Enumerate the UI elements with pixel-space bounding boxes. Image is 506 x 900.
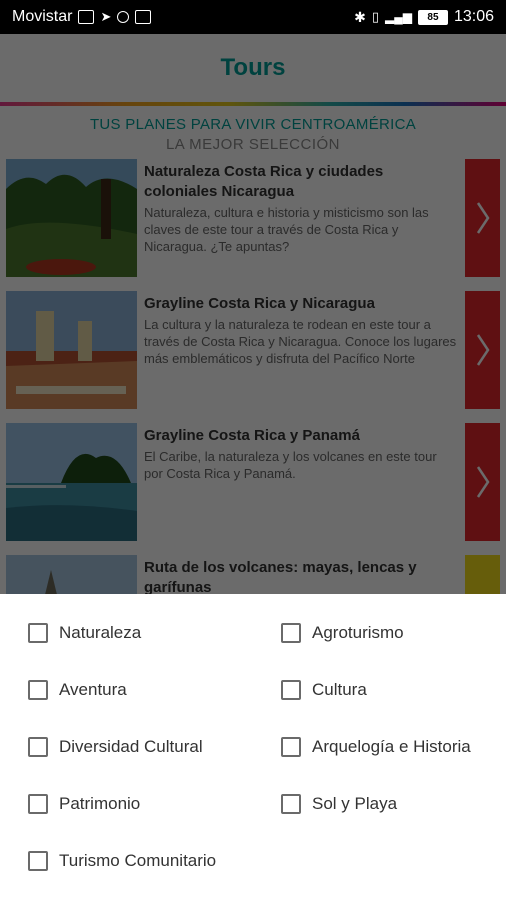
app-bar: Tours — [0, 34, 506, 102]
back-button[interactable] — [18, 52, 50, 84]
checkbox-icon — [28, 737, 48, 757]
chevron-right-icon — [476, 202, 490, 234]
checkbox-icon — [281, 623, 301, 643]
checkbox-icon — [281, 794, 301, 814]
subtitle-main: TUS PLANES PARA VIVIR CENTROAMÉRICA — [89, 116, 417, 133]
location-arrow-icon: ➤ — [100, 9, 112, 24]
carrier-name: Movistar — [12, 8, 73, 25]
tour-image-nature — [6, 159, 137, 277]
checkbox-icon — [281, 737, 301, 757]
chevron-right-icon — [476, 334, 490, 366]
filter-checkbox-agroturismo[interactable]: Agroturismo — [281, 623, 404, 643]
open-tour-button[interactable] — [465, 291, 500, 409]
filter-label: Agroturismo — [312, 623, 404, 642]
open-tour-button[interactable] — [465, 159, 500, 277]
filter-checkbox-aventura[interactable]: Aventura — [28, 680, 127, 700]
filter-label: Turismo Comunitario — [59, 851, 217, 870]
tour-title: Grayline Costa Rica y Nicaragua — [144, 295, 375, 312]
tour-item[interactable]: Grayline Costa Rica y Nicaragua La cultu… — [6, 291, 500, 409]
status-bar: Movistar ➤ ✱ ▯ ▂▄▆ 85 13:06 — [0, 0, 506, 34]
filter-label: Aventura — [59, 680, 127, 699]
tour-description: La cultura y la naturaleza te rodean en … — [144, 317, 457, 366]
checkbox-icon — [28, 794, 48, 814]
back-arrow-icon — [24, 59, 44, 77]
tour-image-beach — [6, 423, 137, 541]
tour-title: Naturaleza Costa Rica y ciudades colonia… — [144, 163, 384, 200]
filter-label: Patrimonio — [59, 794, 141, 813]
subtitle-secondary: LA MEJOR SELECCIÓN — [165, 136, 341, 153]
bluetooth-icon: ✱ — [354, 8, 366, 25]
filter-checkbox-turismo-comunitario[interactable]: Turismo Comunitario — [28, 851, 216, 871]
filter-sheet: Naturaleza Agroturismo Aventura Cultura … — [0, 594, 506, 900]
battery-icon: 85 — [417, 9, 448, 25]
checkbox-icon — [28, 680, 48, 700]
checkbox-icon — [28, 851, 48, 871]
open-tour-button[interactable] — [465, 423, 500, 541]
filter-label: Cultura — [312, 680, 367, 699]
filter-label: Naturaleza — [59, 623, 142, 642]
filter-checkbox-naturaleza[interactable]: Naturaleza — [28, 623, 141, 643]
tour-description: El Caribe, la naturaleza y los volcanes … — [144, 449, 437, 481]
instagram-icon — [117, 11, 130, 23]
checkbox-icon — [281, 680, 301, 700]
filter-checkbox-arqueologia-historia[interactable]: Arquelogía e Historia — [281, 737, 471, 757]
filter-label: Sol y Playa — [312, 794, 398, 813]
tour-title: Ruta de los volcanes: mayas, lencas y ga… — [144, 559, 417, 596]
signal-icon: ▂▄▆ — [384, 10, 412, 24]
photo-notification-icon — [135, 10, 152, 24]
checkbox-icon — [28, 623, 48, 643]
tour-item[interactable]: Naturaleza Costa Rica y ciudades colonia… — [6, 159, 500, 277]
filter-checkbox-diversidad-cultural[interactable]: Diversidad Cultural — [28, 737, 203, 757]
tour-description: Naturaleza, cultura e historia y mistici… — [144, 205, 429, 254]
chevron-right-icon — [476, 466, 490, 498]
filter-checkbox-patrimonio[interactable]: Patrimonio — [28, 794, 140, 814]
rainbow-divider — [0, 102, 506, 106]
page-title: Tours — [220, 54, 286, 81]
tour-title: Grayline Costa Rica y Panamá — [144, 427, 360, 444]
filter-label: Arquelogía e Historia — [312, 737, 471, 756]
tour-item[interactable]: Grayline Costa Rica y Panamá El Caribe, … — [6, 423, 500, 541]
clock: 13:06 — [453, 8, 494, 25]
tour-image-colonial-city — [6, 291, 137, 409]
vibrate-icon: ▯ — [371, 9, 379, 24]
filter-label: Diversidad Cultural — [59, 737, 203, 756]
filter-checkbox-sol-y-playa[interactable]: Sol y Playa — [281, 794, 397, 814]
filter-checkbox-cultura[interactable]: Cultura — [281, 680, 367, 700]
gallery-notification-icon — [78, 10, 95, 24]
